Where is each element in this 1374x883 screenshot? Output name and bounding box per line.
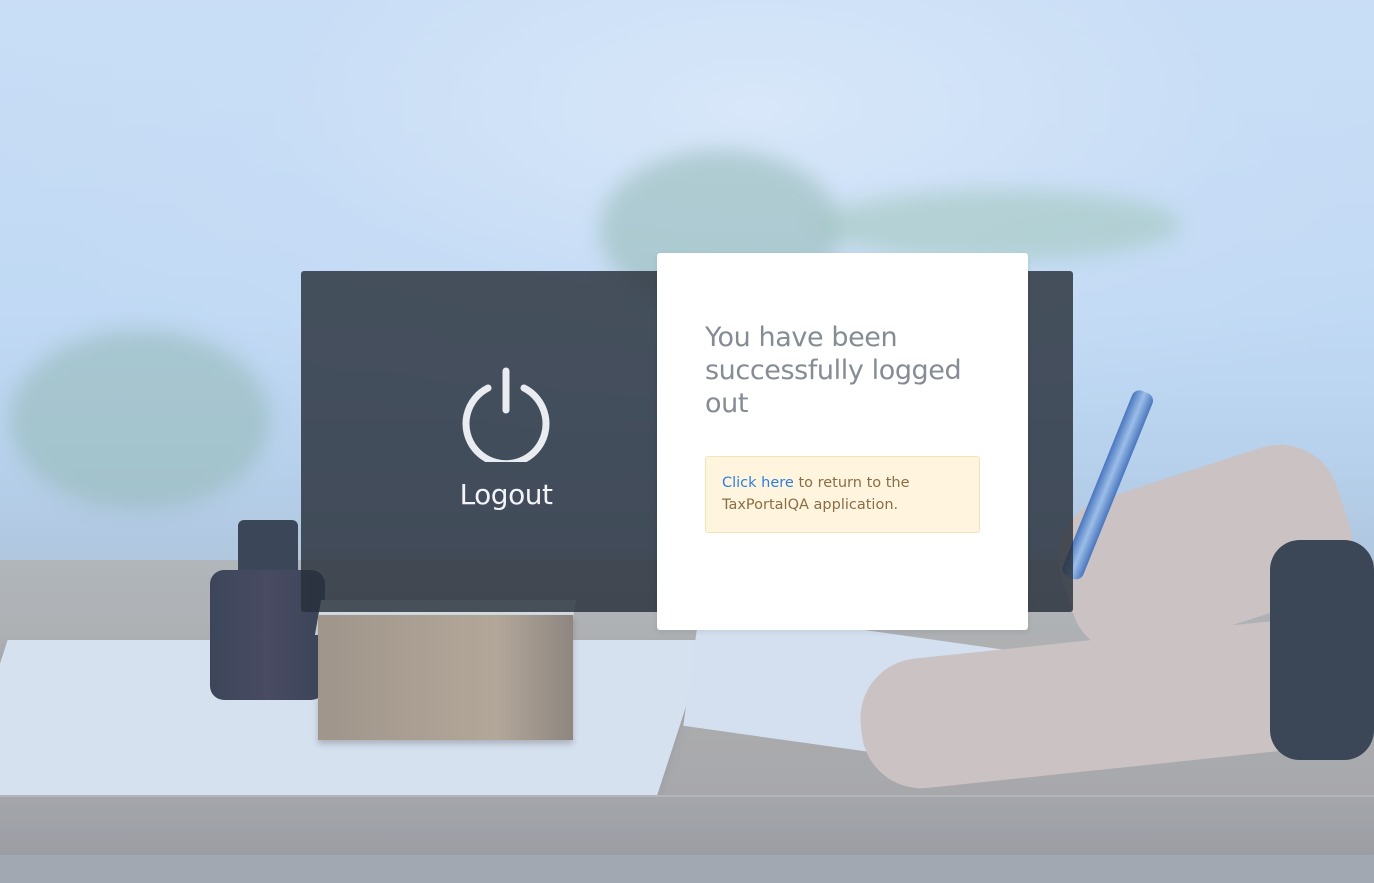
app-name: TaxPortalQA bbox=[722, 497, 809, 513]
return-notice: Click here to return to the TaxPortalQA a… bbox=[705, 456, 980, 533]
return-notice-text-end: application. bbox=[808, 497, 899, 513]
logout-title: Logout bbox=[459, 478, 553, 511]
power-icon bbox=[462, 367, 550, 462]
return-to-app-link[interactable]: Click here bbox=[722, 475, 794, 491]
logout-success-heading: You have been successfully logged out bbox=[705, 322, 962, 419]
logout-message-card: You have been successfully logged out Cl… bbox=[657, 253, 1028, 630]
return-notice-text: to return to the bbox=[793, 475, 910, 491]
